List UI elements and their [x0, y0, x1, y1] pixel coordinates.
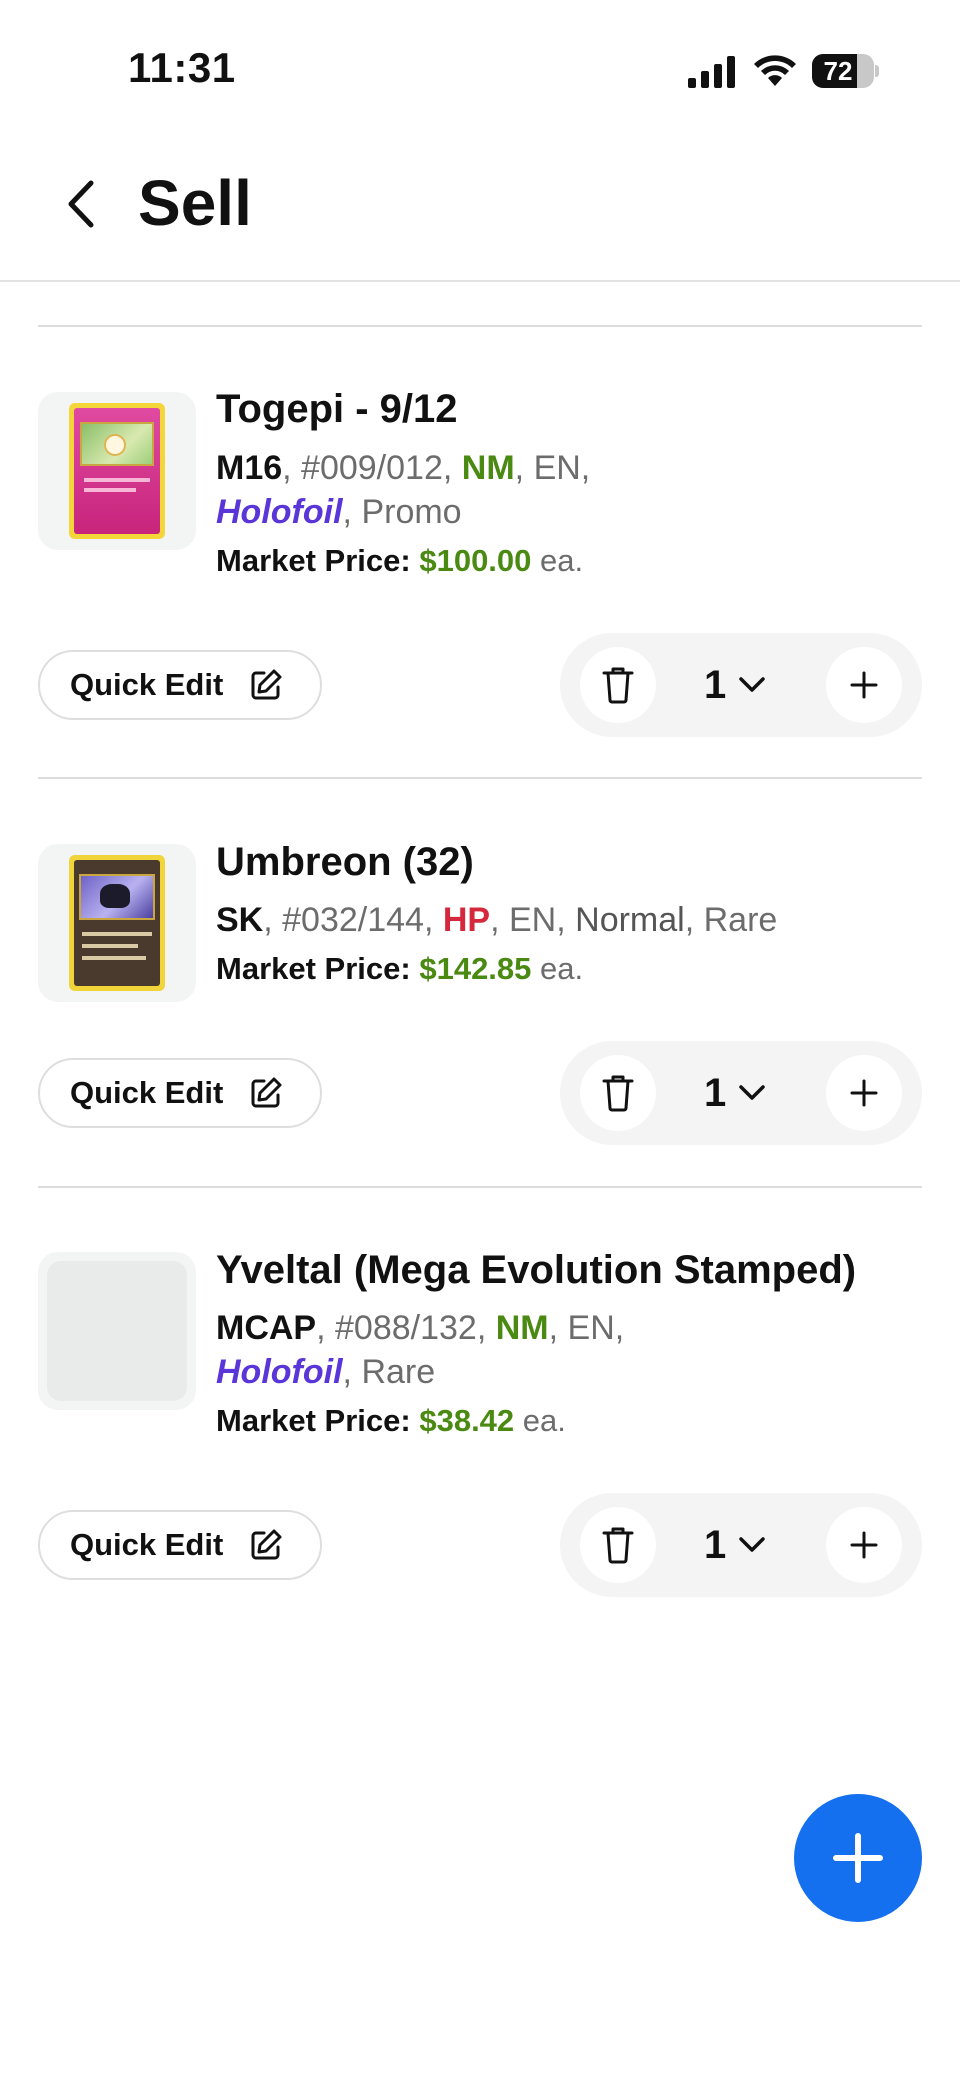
quantity-value: 1 — [704, 1070, 727, 1115]
market-price: Market Price: $38.42 ea. — [216, 1403, 566, 1439]
quick-edit-button[interactable]: Quick Edit — [38, 1510, 322, 1580]
quick-edit-label: Quick Edit — [70, 1075, 224, 1110]
item-name: Togepi - 9/12 — [216, 387, 458, 431]
item-language: EN — [509, 901, 557, 939]
quick-edit-label: Quick Edit — [70, 1527, 224, 1562]
item-language: EN — [567, 1309, 615, 1347]
quantity-select[interactable]: 1 — [704, 657, 766, 713]
item-set: M16 — [216, 449, 283, 487]
chevron-down-icon — [739, 677, 765, 692]
chevron-down-icon — [739, 1085, 765, 1100]
price-value: $38.42 — [419, 1403, 515, 1438]
card-thumbnail[interactable] — [38, 844, 196, 1002]
price-suffix: ea. — [540, 951, 584, 986]
item-printing: Holofoil — [216, 493, 343, 531]
card-image — [69, 855, 165, 991]
status-bar: 11:31 72 — [0, 0, 960, 130]
quantity-stepper: 1 — [560, 633, 922, 737]
item-rarity: Promo — [361, 493, 462, 531]
quick-edit-label: Quick Edit — [70, 667, 224, 702]
quick-edit-button[interactable]: Quick Edit — [38, 1058, 322, 1128]
price-label: Market Price: — [216, 1403, 411, 1438]
chevron-down-icon — [739, 1537, 765, 1552]
trash-icon — [602, 1527, 634, 1564]
delete-button[interactable] — [580, 1055, 656, 1131]
edit-icon — [251, 1077, 282, 1108]
delete-button[interactable] — [580, 1507, 656, 1583]
market-price: Market Price: $142.85 ea. — [216, 951, 583, 987]
increment-button[interactable] — [826, 1055, 902, 1131]
plus-icon — [850, 1531, 878, 1559]
divider — [38, 325, 922, 327]
delete-button[interactable] — [580, 647, 656, 723]
item-number: #088/132 — [335, 1309, 477, 1347]
card-thumbnail[interactable] — [38, 1252, 196, 1410]
card-image — [69, 403, 165, 539]
chevron-left-icon — [68, 180, 94, 228]
item-language: EN — [533, 449, 581, 487]
item-printing: Holofoil — [216, 1353, 343, 1391]
increment-button[interactable] — [826, 647, 902, 723]
item-condition: HP — [442, 901, 491, 939]
back-button[interactable] — [50, 174, 110, 234]
item-rarity: Rare — [361, 1353, 436, 1391]
price-suffix: ea. — [522, 1403, 566, 1438]
item-condition: NM — [461, 449, 515, 487]
item-condition: NM — [495, 1309, 549, 1347]
price-suffix: ea. — [540, 543, 584, 578]
increment-button[interactable] — [826, 1507, 902, 1583]
quantity-value: 1 — [704, 662, 727, 707]
quantity-select[interactable]: 1 — [704, 1065, 766, 1121]
image-placeholder — [47, 1261, 187, 1401]
wifi-icon — [754, 55, 796, 86]
divider — [38, 777, 922, 779]
price-label: Market Price: — [216, 543, 411, 578]
quantity-stepper: 1 — [560, 1493, 922, 1597]
battery-level: 72 — [823, 56, 853, 86]
plus-icon — [850, 1079, 878, 1107]
price-value: $100.00 — [419, 543, 532, 578]
quick-edit-button[interactable]: Quick Edit — [38, 650, 322, 720]
status-time: 11:31 — [128, 44, 236, 91]
header: Sell — [0, 130, 960, 282]
page-title: Sell — [138, 167, 252, 239]
divider — [38, 1186, 922, 1188]
item-set: SK — [216, 901, 264, 939]
trash-icon — [602, 667, 634, 704]
price-label: Market Price: — [216, 951, 411, 986]
quantity-select[interactable]: 1 — [704, 1517, 766, 1573]
item-printing: Normal — [575, 901, 685, 939]
item-name: Umbreon (32) — [216, 840, 474, 884]
price-value: $142.85 — [419, 951, 532, 986]
item-rarity: Rare — [703, 901, 778, 939]
trash-icon — [602, 1075, 634, 1112]
item-details: MCAP, #088/132, NM, EN, Holofoil, Rare — [216, 1309, 625, 1391]
edit-icon — [251, 1529, 282, 1560]
signal-icon — [688, 56, 735, 88]
item-number: #009/012 — [301, 449, 443, 487]
plus-icon — [833, 1833, 883, 1883]
item-details: SK, #032/144, HP, EN, Normal, Rare — [216, 901, 778, 939]
add-card-button[interactable] — [794, 1794, 922, 1922]
quantity-value: 1 — [704, 1522, 727, 1567]
battery-icon: 72 — [812, 54, 879, 88]
plus-icon — [850, 671, 878, 699]
item-details: M16, #009/012, NM, EN, Holofoil, Promo — [216, 449, 591, 531]
market-price: Market Price: $100.00 ea. — [216, 543, 583, 579]
item-set: MCAP — [216, 1309, 317, 1347]
card-thumbnail[interactable] — [38, 392, 196, 550]
item-name: Yveltal (Mega Evolution Stamped) — [216, 1248, 857, 1292]
edit-icon — [251, 669, 282, 700]
quantity-stepper: 1 — [560, 1041, 922, 1145]
item-number: #032/144 — [282, 901, 424, 939]
